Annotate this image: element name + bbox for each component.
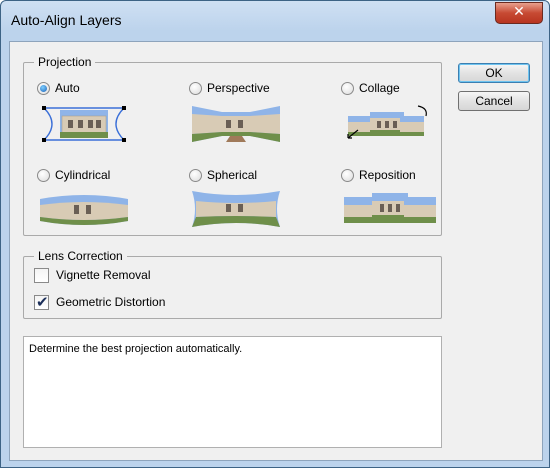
vignette-removal-checkbox[interactable] [34, 268, 49, 283]
vignette-removal-label: Vignette Removal [56, 268, 151, 282]
close-icon: ✕ [513, 4, 525, 20]
auto-align-layers-dialog: Auto-Align Layers ✕ Projection Auto Pers… [0, 0, 550, 468]
collage-projection-icon [347, 105, 427, 139]
checkmark-icon: ✔ [36, 293, 49, 311]
perspective-radio[interactable] [189, 82, 202, 95]
lens-correction-legend: Lens Correction [34, 249, 127, 263]
lens-correction-group: Lens Correction Vignette Removal ✔ Geome… [23, 249, 442, 319]
title-bar[interactable]: Auto-Align Layers ✕ [1, 1, 549, 39]
cylindrical-radio[interactable] [37, 169, 50, 182]
collage-radio[interactable] [341, 82, 354, 95]
cylindrical-projection-icon [40, 195, 128, 225]
cancel-button[interactable]: Cancel [458, 91, 530, 111]
reposition-radio[interactable] [341, 169, 354, 182]
projection-legend: Projection [34, 55, 96, 69]
perspective-projection-icon [192, 106, 280, 142]
reposition-label: Reposition [359, 168, 416, 182]
perspective-label: Perspective [207, 81, 270, 95]
collage-label: Collage [359, 81, 400, 95]
geometric-distortion-label: Geometric Distortion [56, 295, 166, 309]
spherical-label: Spherical [207, 168, 258, 182]
reposition-projection-icon [344, 193, 436, 223]
description-text: Determine the best projection automatica… [29, 343, 243, 355]
dialog-body: Projection Auto Perspective Collage Cyli… [9, 41, 543, 461]
cylindrical-label: Cylindrical [55, 168, 111, 182]
description-box: Determine the best projection automatica… [23, 336, 442, 448]
spherical-projection-icon [192, 191, 280, 227]
auto-projection-icon [42, 106, 126, 142]
auto-label: Auto [55, 81, 80, 95]
projection-group: Projection Auto Perspective Collage Cyli… [23, 55, 442, 236]
geometric-distortion-checkbox[interactable]: ✔ [34, 293, 49, 311]
ok-button[interactable]: OK [458, 63, 530, 83]
close-button[interactable]: ✕ [495, 2, 543, 24]
spherical-radio[interactable] [189, 169, 202, 182]
auto-radio[interactable] [37, 82, 50, 95]
dialog-title: Auto-Align Layers [11, 12, 122, 28]
